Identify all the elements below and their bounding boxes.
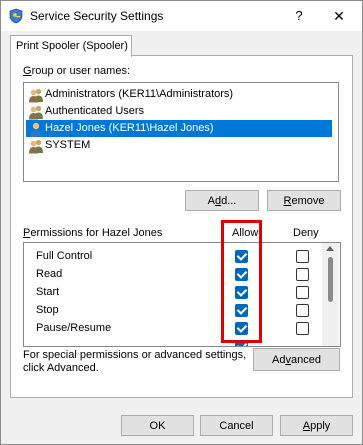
users-group-icon: [29, 88, 43, 103]
advanced-button[interactable]: Advanced: [253, 348, 340, 371]
list-item[interactable]: Authenticated Users: [26, 103, 332, 120]
group-label: Group or user names:: [23, 65, 130, 77]
advanced-note: For special permissions or advanced sett…: [23, 349, 246, 375]
permission-row: Read: [24, 266, 324, 284]
list-item-label: Administrators (KER11\Administrators): [45, 88, 234, 100]
user-icon: [30, 122, 42, 137]
title-bar: Service Security Settings ? ✕: [1, 1, 362, 31]
list-item-label: Authenticated Users: [45, 105, 145, 117]
apply-button[interactable]: Apply: [280, 415, 353, 436]
permission-row: Full Control: [24, 248, 324, 266]
deny-read-checkbox[interactable]: [296, 268, 309, 281]
permission-row: Pause/Resume: [24, 320, 324, 338]
permission-row: Stop: [24, 302, 324, 320]
permissions-list[interactable]: Full Control Read Start Stop Pause/Resum: [23, 242, 341, 347]
close-button[interactable]: ✕: [326, 6, 352, 26]
scroll-thumb[interactable]: [328, 257, 333, 302]
permission-row-partial: [24, 338, 324, 346]
permission-name: Pause/Resume: [36, 322, 112, 334]
deny-full-control-checkbox[interactable]: [296, 250, 309, 263]
permissions-scrollbar[interactable]: [322, 243, 339, 346]
add-button[interactable]: Add...: [185, 190, 259, 211]
shield-key-icon: [9, 8, 23, 24]
help-button[interactable]: ?: [288, 6, 310, 26]
permission-row: Start: [24, 284, 324, 302]
list-item[interactable]: SYSTEM: [26, 137, 332, 154]
permission-name: Start: [36, 286, 60, 298]
cancel-button[interactable]: Cancel: [200, 415, 273, 436]
permission-name: Read: [36, 268, 63, 280]
tab-label: Print Spooler (Spooler): [16, 40, 128, 52]
users-group-icon: [29, 105, 43, 120]
deny-pause-resume-checkbox[interactable]: [296, 322, 309, 335]
permission-name: Stop: [36, 304, 59, 316]
permissions-label: Permissions for Hazel Jones: [23, 227, 163, 239]
group-user-list[interactable]: Administrators (KER11\Administrators) Au…: [23, 82, 339, 182]
tab-panel: Group or user names: Administrators (KER…: [10, 55, 353, 398]
deny-stop-checkbox[interactable]: [296, 304, 309, 317]
tab-print-spooler[interactable]: Print Spooler (Spooler): [10, 35, 132, 57]
users-group-icon: [29, 139, 43, 154]
allow-column-highlight: [221, 220, 262, 343]
remove-button[interactable]: Remove: [267, 190, 341, 211]
deny-start-checkbox[interactable]: [296, 286, 309, 299]
list-item-selected[interactable]: Hazel Jones (KER11\Hazel Jones): [26, 120, 332, 137]
list-item-label: SYSTEM: [45, 139, 91, 151]
window-title: Service Security Settings: [30, 9, 164, 23]
scroll-up-arrow-icon[interactable]: [326, 246, 334, 251]
list-item-label: Hazel Jones (KER11\Hazel Jones): [45, 122, 214, 134]
deny-header: Deny: [293, 227, 319, 239]
advanced-note-line1: For special permissions or advanced sett…: [23, 349, 247, 361]
list-item[interactable]: Administrators (KER11\Administrators): [26, 86, 332, 103]
ok-button[interactable]: OK: [121, 415, 194, 436]
advanced-note-line2: click Advanced.: [23, 362, 99, 374]
permission-name: Full Control: [36, 250, 93, 262]
service-security-settings-dialog: Service Security Settings ? ✕ Print Spoo…: [0, 0, 363, 445]
